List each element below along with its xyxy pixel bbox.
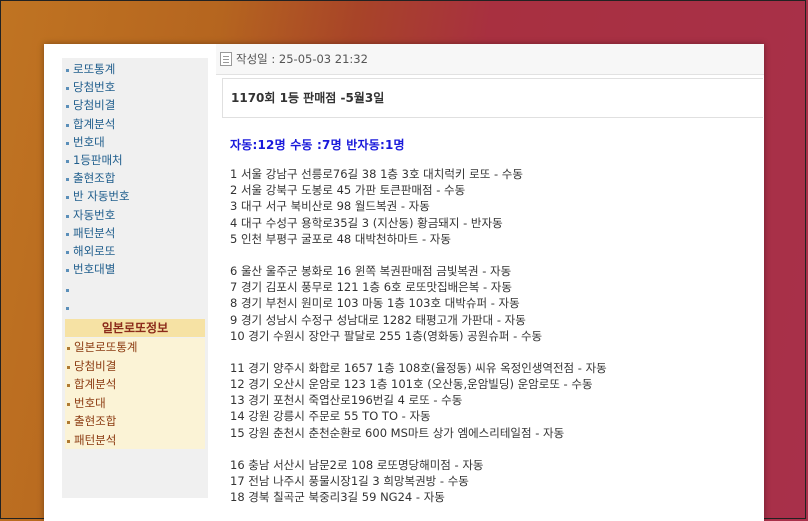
bullet-icon — [66, 289, 69, 293]
group-gap — [230, 441, 760, 457]
empty-menu-item — [62, 296, 208, 314]
menu-item-appearance-combos[interactable]: 출현조합 — [62, 169, 208, 187]
menu-item-pattern-analysis[interactable]: 패턴분석 — [62, 224, 208, 242]
bullet-icon — [66, 250, 69, 254]
japan-lotto-menu: 일본로또통계 당첨비결 합계분석 번호대 출현조합 패턴분석 — [65, 338, 205, 449]
document-icon — [220, 52, 232, 66]
group-gap — [230, 247, 760, 263]
japan-lotto-header: 일본로또정보 — [65, 319, 205, 337]
jp-menu-item-stats[interactable]: 일본로또통계 — [65, 338, 205, 357]
post-content: 작성일 : 25-05-03 21:32 1170회 1등 판매점 -5월3일 … — [216, 44, 764, 521]
bullet-icon — [67, 402, 70, 406]
empty-menu-item — [62, 278, 208, 296]
store-row: 12 경기 오산시 운암로 123 1층 101호 (오산동,운암빌딩) 운암로… — [230, 377, 593, 392]
bullet-icon — [66, 69, 69, 72]
store-row: 11 경기 양주시 화합로 1657 1층 108호(율정동) 씨유 옥정인생역… — [230, 360, 607, 375]
store-row: 3 대구 서구 북비산로 98 월드복권 - 자동 — [230, 199, 430, 214]
post-meta-bar: 작성일 : 25-05-03 21:32 — [216, 44, 764, 75]
store-row: 15 강원 춘천시 춘천순환로 600 MS마트 상가 엠에스리테일점 - 자동 — [230, 425, 565, 440]
jp-menu-item-winning-tips[interactable]: 당첨비결 — [65, 357, 205, 376]
bullet-icon — [67, 347, 70, 350]
bullet-icon — [67, 421, 70, 424]
page: 로또통계 당첨번호 당첨비결 합계분석 번호대 1등판매처 출현조합 반 자동번… — [44, 44, 764, 521]
jp-menu-item-sum-analysis[interactable]: 합계분석 — [65, 375, 205, 394]
store-row: 9 경기 성남시 수정구 성남대로 1282 태평고개 가판대 - 자동 — [230, 312, 526, 327]
bullet-icon — [66, 196, 69, 200]
store-row: 18 경북 칠곡군 북중리3길 59 NG24 - 자동 — [230, 490, 445, 505]
store-list: 1 서울 강남구 선릉로76길 38 1층 3호 대치럭키 로또 - 수동 2 … — [230, 166, 760, 505]
store-row: 14 강원 강릉시 주문로 55 TO TO - 자동 — [230, 409, 431, 424]
group-gap — [230, 344, 760, 360]
bullet-icon — [66, 87, 69, 91]
jp-menu-item-appearance-combos[interactable]: 출현조합 — [65, 412, 205, 431]
store-row: 1 서울 강남구 선릉로76길 38 1층 3호 대치럭키 로또 - 수동 — [230, 167, 523, 181]
menu-item-winning-tips[interactable]: 당첨비결 — [62, 96, 208, 114]
bullet-icon — [66, 269, 69, 273]
menu-item-first-prize-stores[interactable]: 1등판매처 — [62, 151, 208, 169]
store-row: 10 경기 수원시 장안구 팔달로 255 1층(영화동) 공원슈퍼 - 수동 — [230, 328, 543, 343]
menu-item-winning-numbers[interactable]: 당첨번호 — [62, 78, 208, 96]
bullet-icon — [66, 141, 69, 145]
bullet-icon — [66, 178, 69, 182]
store-row: 2 서울 강북구 도봉로 45 가판 토큰판매점 - 수동 — [230, 183, 466, 198]
bullet-icon — [66, 159, 69, 163]
post-title-box: 1170회 1등 판매점 -5월3일 — [222, 78, 763, 118]
menu-item-by-number-range[interactable]: 번호대별 — [62, 260, 208, 278]
menu-item-semi-auto-numbers[interactable]: 반 자동번호 — [62, 187, 208, 205]
bullet-icon — [66, 105, 69, 109]
store-row: 6 울산 울주군 봉화로 16 윈쪽 복권판매점 금빛복권 - 자동 — [230, 263, 512, 278]
menu-item-overseas-lotto[interactable]: 해외로또 — [62, 242, 208, 260]
bullet-icon — [66, 214, 69, 218]
bullet-icon — [67, 365, 70, 369]
store-row: 7 경기 김포시 풍무로 121 1층 6호 로또맛집배은복 - 자동 — [230, 280, 512, 295]
store-row: 4 대구 수성구 용학로35길 3 (지산동) 황금돼지 - 반자동 — [230, 215, 503, 230]
bullet-icon — [66, 232, 69, 236]
lotto-menu: 로또통계 당첨번호 당첨비결 합계분석 번호대 1등판매처 출현조합 반 자동번… — [62, 60, 208, 314]
menu-item-number-range[interactable]: 번호대 — [62, 133, 208, 151]
winner-summary: 자동:12명 수동 :7명 반자동:1명 — [230, 138, 405, 152]
sidebar: 로또통계 당첨번호 당첨비결 합계분석 번호대 1등판매처 출현조합 반 자동번… — [62, 58, 208, 498]
jp-menu-item-number-range[interactable]: 번호대 — [65, 394, 205, 413]
bullet-icon — [67, 384, 70, 387]
menu-item-lotto-stats[interactable]: 로또통계 — [62, 60, 208, 78]
store-row: 8 경기 부천시 원미로 103 마동 1층 103호 대박슈퍼 - 자동 — [230, 296, 520, 311]
bullet-icon — [67, 439, 70, 443]
menu-item-auto-numbers[interactable]: 자동번호 — [62, 206, 208, 224]
menu-item-sum-analysis[interactable]: 합계분석 — [62, 115, 208, 133]
post-title: 1170회 1등 판매점 -5월3일 — [231, 91, 385, 105]
store-row: 16 충남 서산시 남문2로 108 로또명당해미점 - 자동 — [230, 457, 484, 472]
store-row: 17 전남 나주시 풍물시장1길 3 희망복권방 - 수동 — [230, 474, 469, 488]
bullet-icon — [66, 307, 69, 311]
jp-menu-item-pattern-analysis[interactable]: 패턴분석 — [65, 431, 205, 450]
post-date: 작성일 : 25-05-03 21:32 — [236, 52, 368, 66]
bullet-icon — [66, 123, 69, 127]
store-row: 5 인천 부평구 굴포로 48 대박천하마트 - 자동 — [230, 231, 451, 246]
store-row: 13 경기 포천시 죽엽산로196번길 4 로또 - 수동 — [230, 393, 463, 408]
